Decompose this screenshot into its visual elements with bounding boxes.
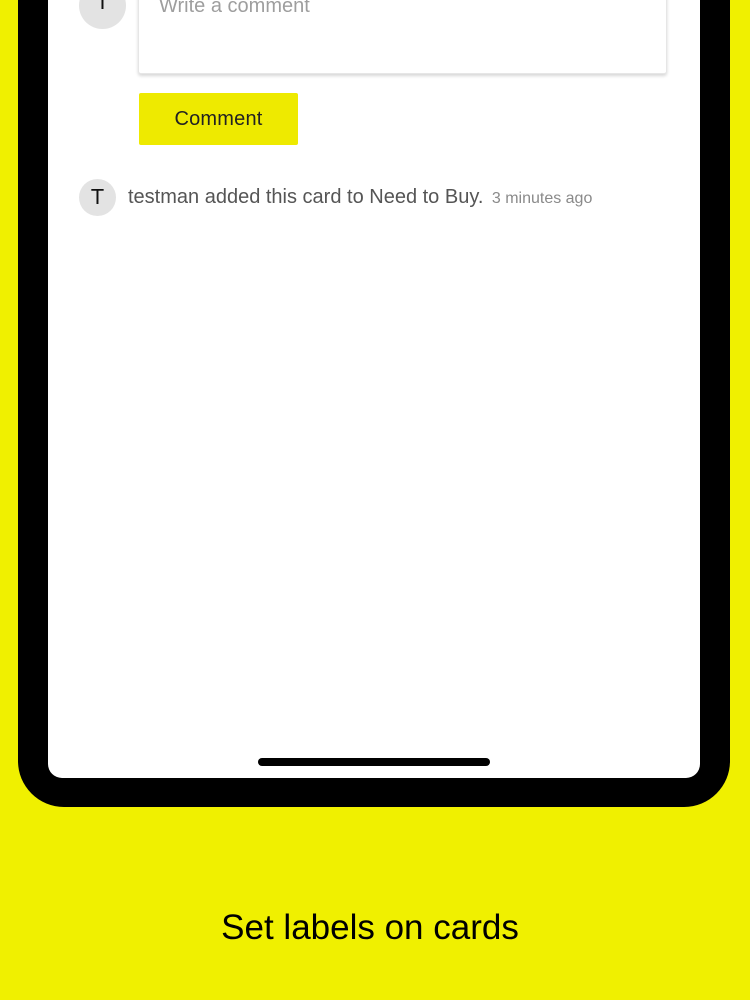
activity-timestamp: 3 minutes ago (491, 190, 593, 207)
card-detail-screen: T Comment T testman added this card to N… (48, 0, 700, 778)
activity-text: testman added this card to Need to Buy. … (128, 186, 592, 209)
activity-message: testman added this card to Need to Buy. (128, 186, 484, 208)
activity-item: T testman added this card to Need to Buy… (79, 178, 690, 218)
comment-box (138, 0, 667, 74)
home-indicator[interactable] (258, 758, 490, 766)
activity-avatar: T (79, 179, 116, 216)
promo-caption: Set labels on cards (221, 908, 519, 947)
comment-input[interactable] (157, 0, 651, 21)
comment-author-avatar: T (79, 0, 126, 29)
comment-button[interactable]: Comment (139, 93, 298, 145)
